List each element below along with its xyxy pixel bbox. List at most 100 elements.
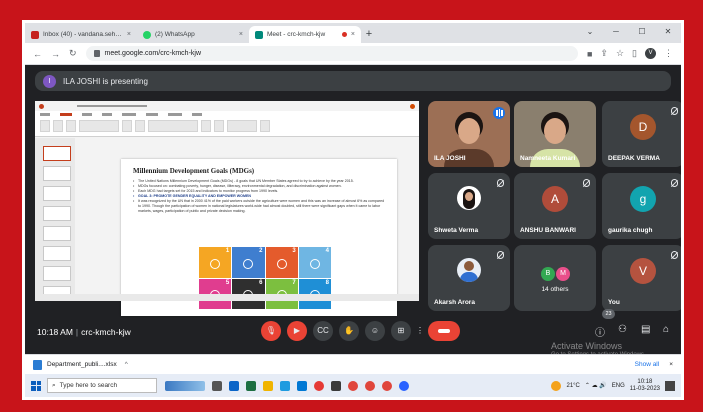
tab-label: Inbox (40) - vandana.sehgal@m... [43,31,123,38]
people-icon[interactable]: ⚇ [618,324,627,335]
windows-start-icon[interactable] [31,380,41,391]
sidepanel-icon[interactable]: ▯ [632,48,637,59]
taskbar-apps [165,380,409,391]
url-bar[interactable]: meet.google.com/crc-kmch-kjw [85,46,578,61]
participant-avatar: A [542,186,568,213]
chrome-icon[interactable] [365,380,375,391]
excel-icon[interactable] [246,380,256,391]
minimize-button[interactable]: ─ [603,23,629,43]
url-text: meet.google.com/crc-kmch-kjw [104,50,202,57]
store-icon[interactable] [229,380,239,391]
system-tray: 21°C ⌃ ☁ 🔊 ENG 10:18 11-03-2023 [551,379,675,393]
tab-gmail[interactable]: Inbox (40) - vandana.sehgal@m... × [25,26,137,43]
camera-toggle-button[interactable]: ▶ [287,321,307,341]
mic-toggle-button[interactable]: 🎙 [261,321,281,341]
slide-thumbnail [43,246,71,261]
share-icon[interactable]: ⇪ [600,48,608,59]
weather-widget-icon[interactable] [165,380,205,391]
participant-tile-others[interactable]: B M 14 others [514,245,596,311]
activities-icon[interactable]: ⌂ [663,324,669,335]
opera-icon[interactable] [314,380,324,391]
app-icon[interactable] [331,380,341,391]
desktop-screen: Inbox (40) - vandana.sehgal@m... × (2) W… [25,23,681,397]
tab-whatsapp[interactable]: (2) WhatsApp × [137,26,249,43]
close-window-button[interactable]: ✕ [655,23,681,43]
taskbar-clock[interactable]: 10:18 11-03-2023 [630,379,660,393]
powerpoint-titlebar [35,101,419,111]
edge-icon[interactable] [280,380,290,391]
mic-off-icon [497,179,504,187]
participant-name: Namneeta Kumari [520,155,576,162]
tray-icons[interactable]: ⌃ ☁ 🔊 [585,382,607,389]
meet-icon [255,30,263,39]
participant-tile-you[interactable]: V You [602,245,681,311]
download-options-icon[interactable]: ^ [125,361,128,368]
clock-date: 11-03-2023 [629,385,660,392]
info-icon[interactable]: ⓘ [595,324,605,339]
taskbar-search-box[interactable]: ⌕ Type here to search [47,378,157,393]
close-tab-icon[interactable]: × [351,31,355,38]
profile-avatar[interactable]: V [645,48,656,59]
slide-thumbnail [43,166,71,181]
download-file-name[interactable]: Department_publi....xlsx [47,361,117,368]
file-explorer-icon[interactable] [263,380,273,391]
participant-name: gaurika chugh [608,227,653,234]
captions-button[interactable]: CC [313,321,333,341]
chrome-icon[interactable] [348,380,358,391]
new-tab-button[interactable]: + [361,26,377,43]
notifications-icon[interactable] [665,380,675,391]
forward-icon[interactable]: → [51,49,60,59]
powerpoint-menu [35,111,419,118]
participant-tile-akarsh-arora[interactable]: Akarsh Arora [428,245,510,311]
close-tab-icon[interactable]: × [239,31,243,38]
slide-bullet: It was recognized by the UN that in 2000… [133,199,385,214]
temperature[interactable]: 21°C [566,383,579,389]
back-icon[interactable]: ← [33,49,42,59]
toolbar-icons: ■ ⇪ ☆ ▯ V ⋮ [587,48,673,59]
windows-taskbar: ⌕ Type here to search 21°C ⌃ ☁ 🔊 ENG 10:… [25,374,681,397]
language[interactable]: ENG [612,383,625,389]
more-options-button[interactable]: ⋮ [415,321,425,341]
slide-thumbnail [43,266,71,281]
end-call-button[interactable] [428,321,460,341]
camera-icon[interactable]: ■ [587,49,592,59]
screenshot-frame: Inbox (40) - vandana.sehgal@m... × (2) W… [22,20,684,400]
reload-icon[interactable]: ↻ [69,48,77,59]
participant-tile-deepak-verma[interactable]: D DEEPAK VERMA [602,101,681,167]
app-icon[interactable] [399,380,409,391]
mdg-goal-number: 4 [325,248,329,254]
task-view-icon[interactable] [212,380,222,391]
slide-thumbnails [35,138,75,301]
shared-screen: Millennium Development Goals (MDGs) The … [35,101,419,316]
raise-hand-button[interactable]: ✋ [339,321,359,341]
participant-name: Shweta Verma [434,227,479,234]
address-toolbar: ← → ↻ meet.google.com/crc-kmch-kjw ■ ⇪ ☆… [25,43,681,65]
close-shelf-icon[interactable]: × [669,361,673,368]
participant-tile-shweta-verma[interactable]: Shweta Verma [428,173,510,239]
mdg-goal-number: 5 [225,279,230,286]
meeting-details: 10:18 AM | crc-kmch-kjw [37,327,131,337]
powerpoint-ribbon [35,101,419,137]
mail-icon[interactable] [297,380,307,391]
tab-meet[interactable]: Meet - crc-kmch-kjw × [249,26,361,43]
present-screen-button[interactable]: ⊞ [391,321,411,341]
maximize-button[interactable]: ☐ [629,23,655,43]
tab-search-icon[interactable]: ⌄ [577,23,603,43]
close-tab-icon[interactable]: × [127,31,131,38]
presenting-banner: I ILA JOSHI is presenting [35,71,671,91]
menu-icon[interactable]: ⋮ [664,48,673,59]
participant-tile-gaurika-chugh[interactable]: g gaurika chugh [602,173,681,239]
emoji-button[interactable]: ☺ [365,321,385,341]
chat-icon[interactable]: ▤ [641,324,650,335]
participant-tile-ila-joshi[interactable]: ILA JOSHI [428,101,510,167]
mdg-goal-icon [243,258,254,269]
participant-tile-namneeta-kumari[interactable]: Namneeta Kumari [514,101,596,167]
show-all-downloads-link[interactable]: Show all [635,361,660,368]
tab-label: Meet - crc-kmch-kjw [267,31,326,38]
presenter-avatar: I [43,74,56,88]
participant-video [544,118,566,145]
participant-photo [457,258,481,283]
participant-tile-anshu-banwari[interactable]: A ANSHU BANWARI [514,173,596,239]
chrome-icon[interactable] [382,380,392,391]
bookmark-star-icon[interactable]: ☆ [616,48,624,59]
